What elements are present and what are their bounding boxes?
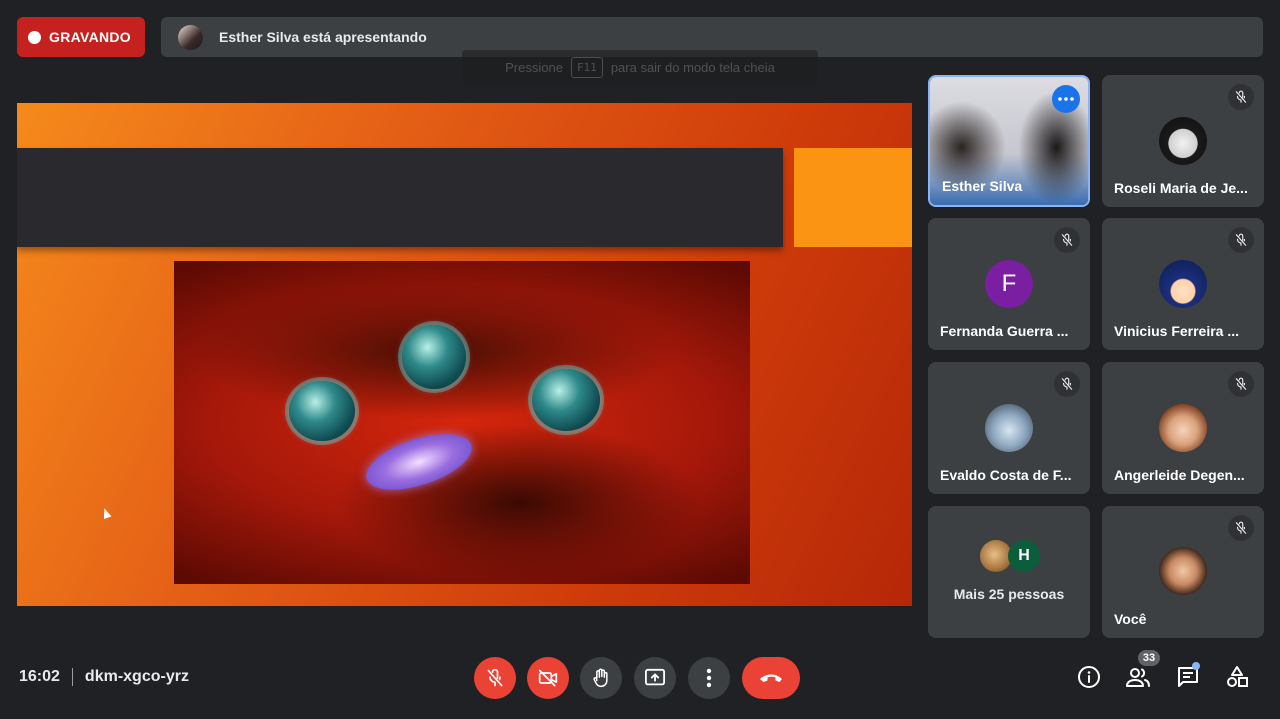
camera-off-icon xyxy=(538,669,558,687)
participant-avatar xyxy=(1159,260,1207,308)
participant-tile[interactable]: Esther Silva xyxy=(928,75,1090,207)
virus-particle xyxy=(289,381,355,441)
participant-tile[interactable]: F Fernanda Guerra ... xyxy=(928,218,1090,350)
participant-tile[interactable]: Roseli Maria de Je... xyxy=(1102,75,1264,207)
mic-toggle-button[interactable] xyxy=(474,657,516,699)
more-options-button[interactable] xyxy=(688,657,730,699)
avatar-letter: H xyxy=(1018,547,1030,564)
participant-letter-avatar: F xyxy=(985,260,1033,308)
participant-avatar xyxy=(1159,404,1207,452)
presenting-text: Esther Silva está apresentando xyxy=(219,29,427,45)
participant-avatar xyxy=(1159,117,1207,165)
participant-tile[interactable]: Vinicius Ferreira ... xyxy=(1102,218,1264,350)
mic-off-icon xyxy=(487,668,503,687)
mic-off-icon xyxy=(1228,515,1254,541)
mic-off-icon xyxy=(1228,84,1254,110)
blood-cell xyxy=(359,423,479,501)
activities-icon xyxy=(1227,666,1248,687)
participant-tile-self[interactable]: Você xyxy=(1102,506,1264,638)
mic-off-icon xyxy=(1228,371,1254,397)
activities-button[interactable] xyxy=(1223,663,1251,691)
meeting-code: dkm-xgco-yrz xyxy=(84,668,189,685)
participant-name: Roseli Maria de Je... xyxy=(1114,180,1248,196)
meeting-details-button[interactable] xyxy=(1075,663,1103,691)
mic-off-icon xyxy=(1054,227,1080,253)
participant-name: Você xyxy=(1114,611,1147,627)
presentation-stage xyxy=(17,103,912,606)
raise-hand-button[interactable] xyxy=(580,657,622,699)
chat-notification-dot xyxy=(1192,662,1200,670)
participant-name: Fernanda Guerra ... xyxy=(940,323,1069,339)
recording-label: GRAVANDO xyxy=(49,29,131,45)
more-people-label: Mais 25 pessoas xyxy=(953,586,1065,602)
presenter-avatar xyxy=(178,24,203,50)
leave-call-button[interactable] xyxy=(742,657,800,699)
divider xyxy=(71,668,73,686)
participant-name: Vinicius Ferreira ... xyxy=(1114,323,1240,339)
participant-tile[interactable]: Angerleide Degen... xyxy=(1102,362,1264,494)
info-icon xyxy=(1078,666,1100,688)
more-vert-icon xyxy=(706,668,712,688)
more-people-tile[interactable]: H Mais 25 pessoas xyxy=(928,506,1090,638)
participant-count-badge: 33 xyxy=(1138,650,1160,666)
more-options-button[interactable] xyxy=(1052,85,1080,113)
slide-title-band xyxy=(17,148,783,247)
hang-up-icon xyxy=(760,674,782,682)
present-screen-icon xyxy=(645,668,665,686)
hand-icon xyxy=(593,668,608,688)
people-icon xyxy=(1126,668,1150,687)
participant-tile[interactable]: Evaldo Costa de F... xyxy=(928,362,1090,494)
participants-button[interactable] xyxy=(1124,663,1152,691)
participant-avatar xyxy=(1159,547,1207,595)
participant-name: Esther Silva xyxy=(942,178,1023,194)
more-dots-icon xyxy=(1058,97,1074,101)
virus-particle xyxy=(402,325,466,389)
virus-particle xyxy=(532,369,600,431)
fullscreen-hint: Pressione F11 para sair do modo tela che… xyxy=(462,50,818,84)
stacked-letter-avatar: H xyxy=(1008,540,1040,572)
fullscreen-hint-key: F11 xyxy=(570,56,603,78)
participant-name: Evaldo Costa de F... xyxy=(940,467,1072,483)
slide-image-virus-bloodstream xyxy=(174,261,750,584)
mic-off-icon xyxy=(1054,371,1080,397)
avatar-letter: F xyxy=(1001,270,1017,297)
fullscreen-hint-prefix: Pressione xyxy=(505,59,563,75)
camera-toggle-button[interactable] xyxy=(527,657,569,699)
participant-avatar xyxy=(985,404,1033,452)
recording-dot-icon xyxy=(28,30,41,44)
participant-name: Angerleide Degen... xyxy=(1114,467,1245,483)
clock-time: 16:02 xyxy=(19,668,60,685)
slide-accent-block xyxy=(794,148,912,247)
fullscreen-hint-suffix: para sair do modo tela cheia xyxy=(610,59,775,75)
meeting-info: 16:02 dkm-xgco-yrz xyxy=(19,668,189,686)
present-screen-button[interactable] xyxy=(634,657,676,699)
recording-badge: GRAVANDO xyxy=(17,17,145,57)
mic-off-icon xyxy=(1228,227,1254,253)
